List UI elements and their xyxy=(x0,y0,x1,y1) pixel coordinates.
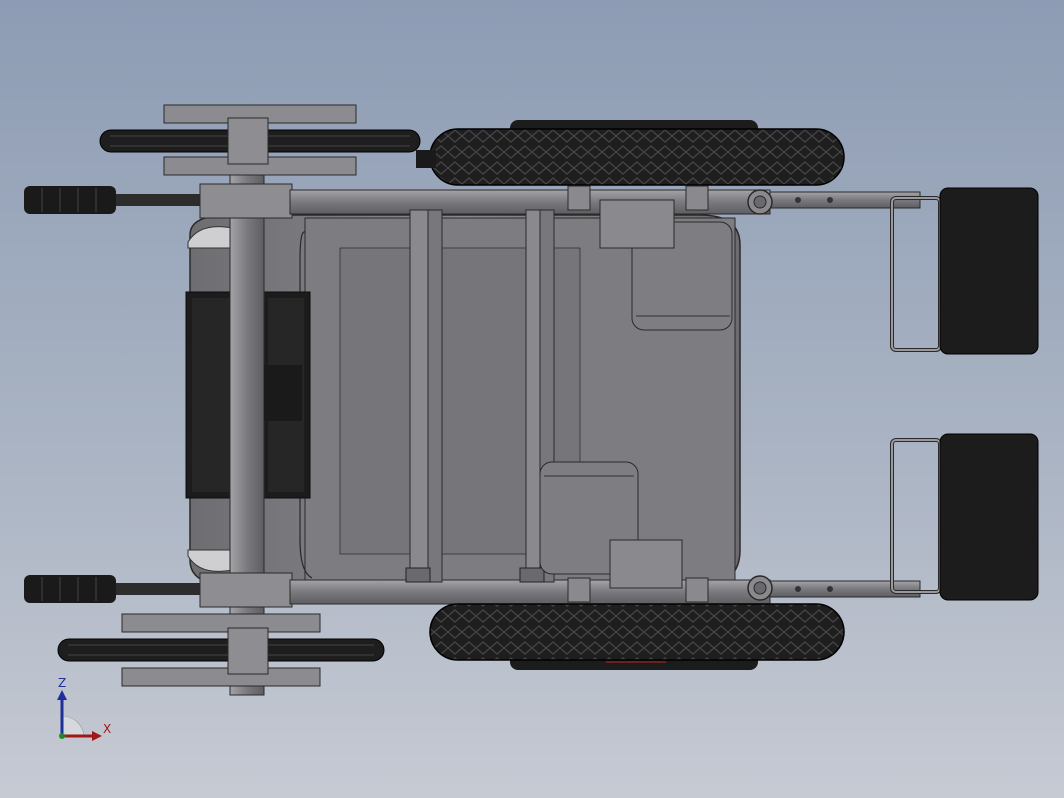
wheelchair-model[interactable] xyxy=(0,0,1064,798)
footrest-top xyxy=(890,187,1039,355)
graphics-viewport[interactable]: Z X xyxy=(0,0,1064,798)
axis-triad: Z X xyxy=(52,676,122,746)
push-handle-bottom xyxy=(24,572,293,608)
x-axis-label: X xyxy=(103,722,112,736)
push-handle-top xyxy=(24,183,293,219)
anti-tip-wheel-top xyxy=(99,104,421,176)
z-axis-label: Z xyxy=(58,676,67,690)
footrest-bottom xyxy=(890,433,1039,601)
